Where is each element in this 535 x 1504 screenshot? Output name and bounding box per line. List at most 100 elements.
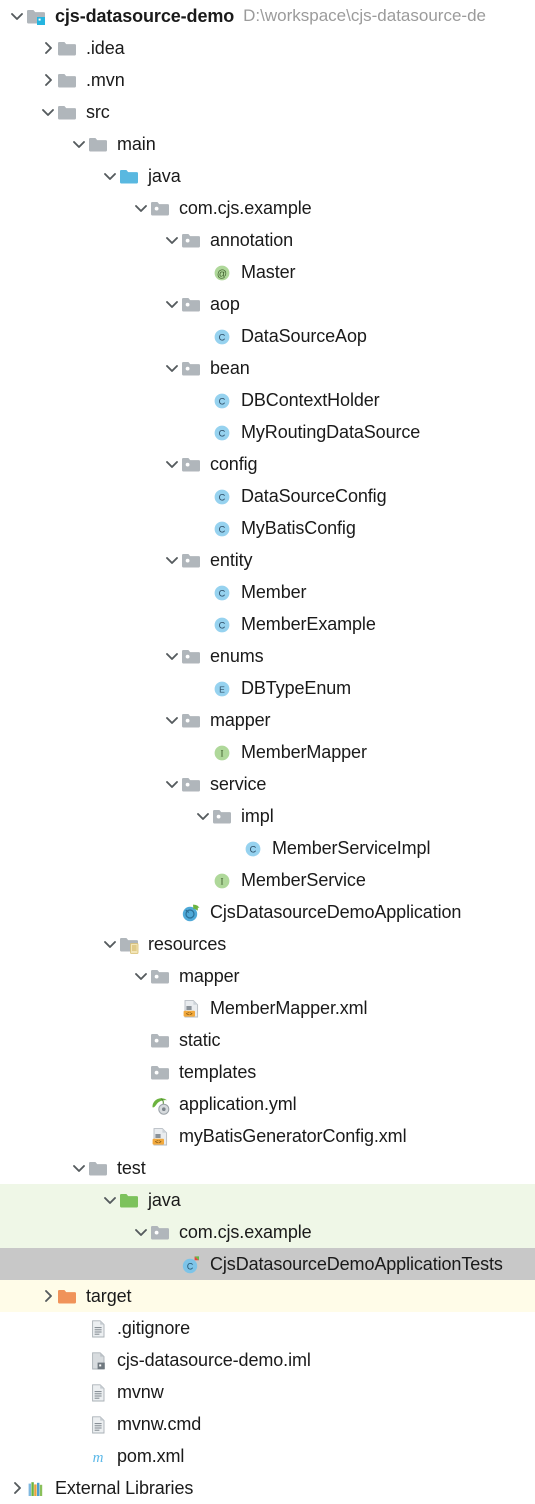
tree-row[interactable]: @ Master bbox=[0, 256, 535, 288]
chevron-down-icon[interactable] bbox=[8, 0, 26, 32]
tree-row[interactable]: resources bbox=[0, 928, 535, 960]
chevron-down-icon[interactable] bbox=[39, 96, 57, 128]
chevron-down-icon[interactable] bbox=[132, 960, 150, 992]
xml-file-icon: <> bbox=[150, 1125, 172, 1147]
tree-node-label: cjs-datasource-demo bbox=[55, 6, 235, 26]
chevron-down-icon[interactable] bbox=[163, 448, 181, 480]
tree-row[interactable]: src bbox=[0, 96, 535, 128]
tree-node-label: .mvn bbox=[86, 70, 125, 90]
tree-row[interactable]: I MemberService bbox=[0, 864, 535, 896]
tree-row[interactable]: E DBTypeEnum bbox=[0, 672, 535, 704]
tree-row[interactable]: target bbox=[0, 1280, 535, 1312]
tree-row[interactable]: com.cjs.example bbox=[0, 192, 535, 224]
chevron-down-icon[interactable] bbox=[70, 1152, 88, 1184]
chevron-down-icon[interactable] bbox=[163, 224, 181, 256]
svg-text:C: C bbox=[219, 525, 226, 535]
source-root-icon bbox=[119, 165, 141, 187]
svg-text:<>: <> bbox=[155, 1139, 162, 1145]
package-icon bbox=[181, 229, 203, 251]
tree-arrow-placeholder bbox=[132, 1088, 150, 1120]
class-icon: C bbox=[212, 613, 234, 635]
tree-row[interactable]: test bbox=[0, 1152, 535, 1184]
tree-row[interactable]: <> myBatisGeneratorConfig.xml bbox=[0, 1120, 535, 1152]
tree-row[interactable]: m pom.xml bbox=[0, 1440, 535, 1472]
tree-row[interactable]: com.cjs.example bbox=[0, 1216, 535, 1248]
tree-row[interactable]: C MyRoutingDataSource bbox=[0, 416, 535, 448]
tree-row[interactable]: aop bbox=[0, 288, 535, 320]
project-file-tree[interactable]: cjs-datasource-demo D:\workspace\cjs-data… bbox=[0, 0, 535, 1499]
chevron-down-icon[interactable] bbox=[70, 128, 88, 160]
tree-row[interactable]: config bbox=[0, 448, 535, 480]
tree-arrow-placeholder bbox=[70, 1440, 88, 1472]
tree-node-label: entity bbox=[210, 550, 253, 570]
tree-row[interactable]: bean bbox=[0, 352, 535, 384]
chevron-down-icon[interactable] bbox=[163, 288, 181, 320]
xml-file-icon: <> bbox=[181, 997, 203, 1019]
tree-row[interactable]: mvnw.cmd bbox=[0, 1408, 535, 1440]
tree-row[interactable]: templates bbox=[0, 1056, 535, 1088]
tree-row[interactable]: annotation bbox=[0, 224, 535, 256]
chevron-right-icon[interactable] bbox=[39, 64, 57, 96]
chevron-down-icon[interactable] bbox=[163, 544, 181, 576]
svg-text:@: @ bbox=[217, 269, 227, 280]
tree-row[interactable]: impl bbox=[0, 800, 535, 832]
tree-node-label: service bbox=[210, 774, 267, 794]
chevron-down-icon[interactable] bbox=[132, 192, 150, 224]
chevron-down-icon[interactable] bbox=[163, 640, 181, 672]
tree-row[interactable]: .gitignore bbox=[0, 1312, 535, 1344]
chevron-right-icon[interactable] bbox=[39, 32, 57, 64]
tree-row[interactable]: .idea bbox=[0, 32, 535, 64]
package-icon bbox=[181, 357, 203, 379]
tree-row[interactable]: C DataSourceAop bbox=[0, 320, 535, 352]
chevron-down-icon[interactable] bbox=[101, 160, 119, 192]
tree-row[interactable]: mapper bbox=[0, 960, 535, 992]
tree-node-label: resources bbox=[148, 934, 227, 954]
chevron-down-icon[interactable] bbox=[101, 1184, 119, 1216]
tree-row[interactable]: .mvn bbox=[0, 64, 535, 96]
class-icon: C bbox=[212, 581, 234, 603]
tree-arrow-placeholder bbox=[194, 480, 212, 512]
chevron-down-icon[interactable] bbox=[132, 1216, 150, 1248]
chevron-down-icon[interactable] bbox=[163, 704, 181, 736]
test-class-icon: C bbox=[181, 1253, 203, 1275]
class-icon: C bbox=[212, 325, 234, 347]
tree-row[interactable]: C MemberServiceImpl bbox=[0, 832, 535, 864]
tree-row[interactable]: static bbox=[0, 1024, 535, 1056]
tree-row[interactable]: cjs-datasource-demo.iml bbox=[0, 1344, 535, 1376]
chevron-right-icon[interactable] bbox=[8, 1472, 26, 1504]
tree-row[interactable]: mapper bbox=[0, 704, 535, 736]
tree-row[interactable]: C MyBatisConfig bbox=[0, 512, 535, 544]
tree-row[interactable]: C DataSourceConfig bbox=[0, 480, 535, 512]
tree-row[interactable]: entity bbox=[0, 544, 535, 576]
tree-row[interactable]: mvnw bbox=[0, 1376, 535, 1408]
tree-row[interactable]: External Libraries bbox=[0, 1472, 535, 1504]
tree-row[interactable]: cjs-datasource-demo D:\workspace\cjs-data… bbox=[0, 0, 535, 32]
tree-row[interactable]: C DBContextHolder bbox=[0, 384, 535, 416]
tree-row[interactable]: java bbox=[0, 160, 535, 192]
svg-text:I: I bbox=[221, 749, 224, 759]
tree-row[interactable]: enums bbox=[0, 640, 535, 672]
package-icon bbox=[150, 1061, 172, 1083]
chevron-down-icon[interactable] bbox=[194, 800, 212, 832]
chevron-right-icon[interactable] bbox=[39, 1280, 57, 1312]
tree-row[interactable]: I MemberMapper bbox=[0, 736, 535, 768]
tree-row[interactable]: C MemberExample bbox=[0, 608, 535, 640]
chevron-down-icon[interactable] bbox=[163, 768, 181, 800]
chevron-down-icon[interactable] bbox=[163, 352, 181, 384]
tree-row[interactable]: application.yml bbox=[0, 1088, 535, 1120]
tree-row[interactable]: service bbox=[0, 768, 535, 800]
tree-row[interactable]: C Member bbox=[0, 576, 535, 608]
tree-row[interactable]: java bbox=[0, 1184, 535, 1216]
tree-row[interactable]: main bbox=[0, 128, 535, 160]
package-icon bbox=[181, 645, 203, 667]
chevron-down-icon[interactable] bbox=[101, 928, 119, 960]
tree-row[interactable]: <> MemberMapper.xml bbox=[0, 992, 535, 1024]
tree-row[interactable]: CjsDatasourceDemoApplication bbox=[0, 896, 535, 928]
tree-row[interactable]: C CjsDatasourceDemoApplicationTests bbox=[0, 1248, 535, 1280]
